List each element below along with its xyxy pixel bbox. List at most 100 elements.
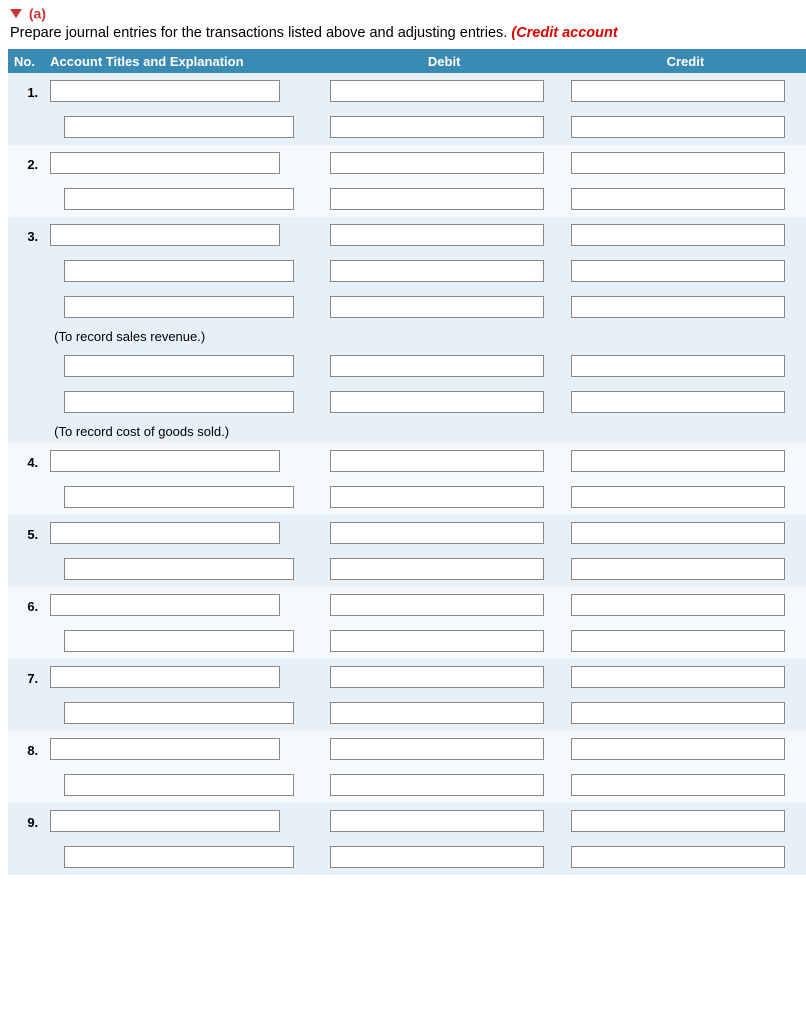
debit-input[interactable] — [330, 558, 544, 580]
debit-input[interactable] — [330, 260, 544, 282]
table-row: 5. — [8, 515, 806, 551]
debit-input[interactable] — [330, 846, 544, 868]
account-input[interactable] — [64, 630, 294, 652]
account-input[interactable] — [64, 188, 294, 210]
collapse-icon[interactable] — [10, 9, 22, 18]
credit-input[interactable] — [571, 486, 785, 508]
account-input[interactable] — [64, 486, 294, 508]
entry-no: 1. — [8, 73, 44, 109]
table-row: 9. — [8, 803, 806, 839]
table-row — [8, 623, 806, 659]
credit-input[interactable] — [571, 152, 785, 174]
debit-input[interactable] — [330, 80, 544, 102]
table-row — [8, 839, 806, 875]
table-row — [8, 479, 806, 515]
account-input[interactable] — [50, 738, 280, 760]
credit-input[interactable] — [571, 594, 785, 616]
table-row: (To record sales revenue.) — [8, 325, 806, 348]
account-input[interactable] — [64, 391, 294, 413]
debit-input[interactable] — [330, 738, 544, 760]
credit-input[interactable] — [571, 296, 785, 318]
hdr-credit: Credit — [565, 49, 806, 73]
credit-input[interactable] — [571, 355, 785, 377]
credit-input[interactable] — [571, 80, 785, 102]
debit-input[interactable] — [330, 296, 544, 318]
section-header: (a) — [0, 0, 806, 23]
credit-input[interactable] — [571, 630, 785, 652]
table-row: 7. — [8, 659, 806, 695]
debit-input[interactable] — [330, 450, 544, 472]
credit-input[interactable] — [571, 702, 785, 724]
credit-input[interactable] — [571, 774, 785, 796]
table-row: 4. — [8, 443, 806, 479]
credit-input[interactable] — [571, 810, 785, 832]
debit-input[interactable] — [330, 702, 544, 724]
debit-input[interactable] — [330, 666, 544, 688]
credit-input[interactable] — [571, 846, 785, 868]
entry-no: 5. — [8, 515, 44, 551]
debit-input[interactable] — [330, 774, 544, 796]
credit-input[interactable] — [571, 558, 785, 580]
debit-input[interactable] — [330, 188, 544, 210]
section-label: (a) — [29, 5, 46, 21]
table-row: 8. — [8, 731, 806, 767]
account-input[interactable] — [50, 224, 280, 246]
entry-no: 3. — [8, 217, 44, 253]
debit-input[interactable] — [330, 391, 544, 413]
account-input[interactable] — [64, 355, 294, 377]
account-input[interactable] — [50, 522, 280, 544]
debit-input[interactable] — [330, 486, 544, 508]
credit-input[interactable] — [571, 450, 785, 472]
table-row: (To record cost of goods sold.) — [8, 420, 806, 443]
account-input[interactable] — [50, 450, 280, 472]
debit-input[interactable] — [330, 630, 544, 652]
credit-input[interactable] — [571, 391, 785, 413]
entry-no: 8. — [8, 731, 44, 767]
entry-no: 9. — [8, 803, 44, 839]
table-row — [8, 767, 806, 803]
table-row — [8, 289, 806, 325]
table-row: 6. — [8, 587, 806, 623]
debit-input[interactable] — [330, 594, 544, 616]
account-input[interactable] — [50, 80, 280, 102]
table-row — [8, 181, 806, 217]
account-input[interactable] — [64, 260, 294, 282]
account-input[interactable] — [64, 846, 294, 868]
table-row — [8, 384, 806, 420]
debit-input[interactable] — [330, 522, 544, 544]
account-input[interactable] — [64, 116, 294, 138]
account-input[interactable] — [64, 774, 294, 796]
hdr-no: No. — [8, 49, 44, 73]
credit-input[interactable] — [571, 188, 785, 210]
table-row: 3. — [8, 217, 806, 253]
credit-input[interactable] — [571, 738, 785, 760]
hdr-debit: Debit — [324, 49, 565, 73]
journal-table: No. Account Titles and Explanation Debit… — [8, 49, 806, 875]
table-row — [8, 109, 806, 145]
account-input[interactable] — [50, 666, 280, 688]
account-input[interactable] — [50, 594, 280, 616]
table-row — [8, 551, 806, 587]
account-input[interactable] — [64, 296, 294, 318]
account-input[interactable] — [50, 152, 280, 174]
debit-input[interactable] — [330, 116, 544, 138]
debit-input[interactable] — [330, 224, 544, 246]
debit-input[interactable] — [330, 810, 544, 832]
entry-no: 2. — [8, 145, 44, 181]
entry-no: 4. — [8, 443, 44, 479]
table-row: 1. — [8, 73, 806, 109]
entry-no: 6. — [8, 587, 44, 623]
instruction-text: Prepare journal entries for the transact… — [0, 23, 806, 49]
credit-input[interactable] — [571, 116, 785, 138]
debit-input[interactable] — [330, 355, 544, 377]
entry-note: (To record sales revenue.) — [44, 325, 806, 348]
account-input[interactable] — [64, 558, 294, 580]
debit-input[interactable] — [330, 152, 544, 174]
account-input[interactable] — [64, 702, 294, 724]
table-row — [8, 253, 806, 289]
credit-input[interactable] — [571, 260, 785, 282]
account-input[interactable] — [50, 810, 280, 832]
credit-input[interactable] — [571, 224, 785, 246]
credit-input[interactable] — [571, 666, 785, 688]
credit-input[interactable] — [571, 522, 785, 544]
